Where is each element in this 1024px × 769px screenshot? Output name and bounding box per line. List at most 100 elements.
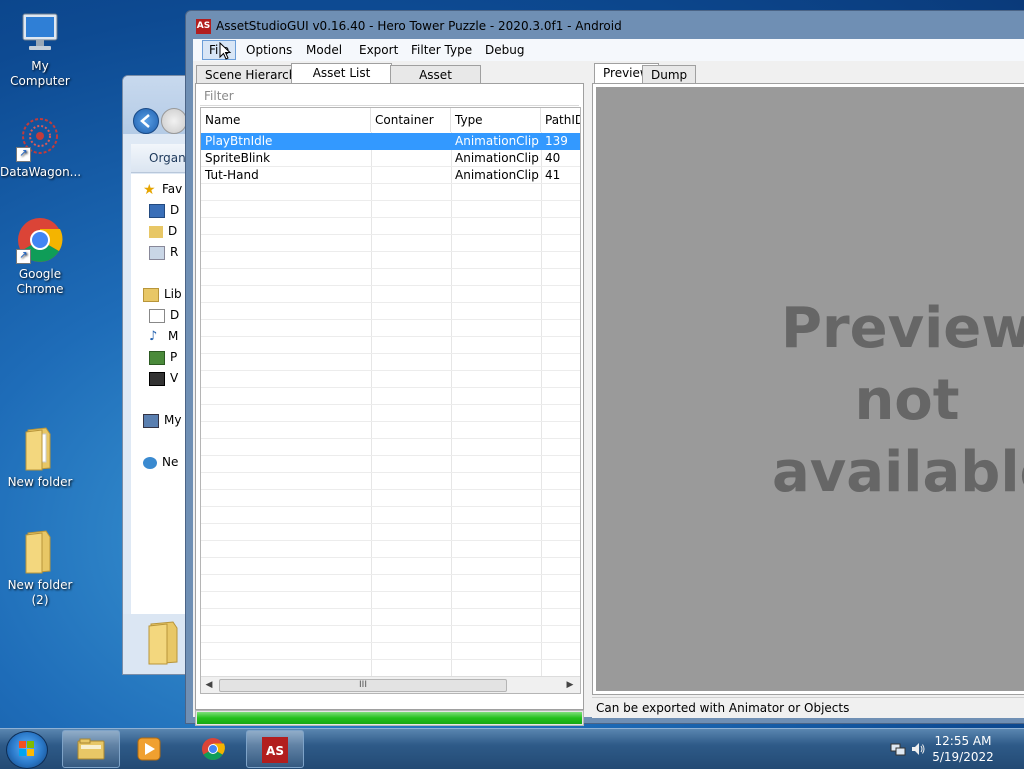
clock-date: 5/19/2022: [932, 750, 994, 764]
menu-debug[interactable]: Debug: [479, 41, 530, 59]
computer-icon: [16, 8, 64, 56]
asset-list-view[interactable]: Name Container Type PathID PlayBtnIdle A…: [200, 107, 581, 694]
folder-icon: [149, 225, 163, 238]
row-gridline: [201, 574, 580, 575]
desktop-icon-google-chrome[interactable]: ↗ Google Chrome: [0, 216, 80, 297]
desktop-icon-my-computer[interactable]: My Computer: [0, 8, 80, 89]
tab-asset-list[interactable]: Asset List: [291, 63, 392, 84]
menu-filter-type[interactable]: Filter Type: [405, 41, 478, 59]
document-icon: [149, 308, 165, 323]
cell-pathid: 139: [545, 134, 568, 148]
row-gridline: [201, 251, 580, 252]
taskbar-explorer-button[interactable]: [62, 730, 120, 768]
datawagon-icon: ↗: [16, 114, 64, 162]
table-row[interactable]: SpriteBlink AnimationClip 40: [201, 150, 580, 167]
cell-type: AnimationClip: [455, 134, 539, 148]
desktop-icon-label: Google Chrome: [16, 267, 64, 296]
row-gridline: [201, 438, 580, 439]
desktop-icon-new-folder[interactable]: New folder: [0, 424, 80, 490]
clock[interactable]: 12:55 AM 5/19/2022: [928, 733, 998, 765]
progress-fill: [197, 712, 582, 724]
taskbar-media-player-button[interactable]: [120, 730, 180, 768]
desktop-icon-label: New folder: [7, 475, 73, 489]
chrome-icon: [199, 737, 227, 761]
assetstudio-icon: AS: [261, 737, 289, 763]
row-gridline: [201, 642, 580, 643]
row-gridline: [201, 455, 580, 456]
network-item[interactable]: Ne: [143, 455, 178, 473]
row-gridline: [201, 353, 580, 354]
folder-icon: [77, 737, 105, 761]
media-player-icon: [135, 737, 163, 761]
mouse-cursor-icon: [219, 42, 232, 60]
explorer-item[interactable]: ♪ M: [149, 329, 178, 347]
libraries-item[interactable]: Lib: [143, 287, 182, 305]
status-bar: Can be exported with Animator or Objects: [592, 697, 1024, 718]
forward-button[interactable]: [161, 108, 187, 134]
favorites-item[interactable]: ★ Fav: [143, 182, 182, 200]
scrollbar-thumb[interactable]: III: [219, 679, 507, 692]
windows-logo-icon: [19, 741, 35, 757]
menu-export[interactable]: Export: [353, 41, 404, 59]
row-gridline: [201, 370, 580, 371]
explorer-item[interactable]: R: [149, 245, 178, 263]
taskbar-assetstudio-button[interactable]: AS: [246, 730, 304, 768]
computer-item[interactable]: My: [143, 413, 181, 431]
row-gridline: [201, 285, 580, 286]
explorer-item[interactable]: V: [149, 371, 178, 389]
taskbar: AS 12:55 AM 5/19/2022: [0, 728, 1024, 769]
svg-text:AS: AS: [266, 744, 284, 758]
row-gridline: [201, 319, 580, 320]
volume-icon[interactable]: [910, 741, 926, 757]
network-status-icon[interactable]: [890, 741, 906, 757]
column-header-pathid[interactable]: PathID: [541, 108, 580, 132]
column-header-type[interactable]: Type: [451, 108, 541, 132]
chrome-icon: ↗: [16, 216, 64, 264]
row-gridline: [201, 557, 580, 558]
title-bar[interactable]: AS AssetStudioGUI v0.16.40 - Hero Tower …: [186, 11, 1024, 39]
table-row[interactable]: Tut-Hand AnimationClip 41: [201, 167, 580, 184]
row-gridline: [201, 404, 580, 405]
column-header-container[interactable]: Container: [371, 108, 451, 132]
explorer-item[interactable]: D: [149, 203, 179, 221]
back-arrow-icon: [140, 114, 150, 128]
scroll-right-arrow-icon[interactable]: ▶: [564, 678, 576, 692]
explorer-item[interactable]: D: [149, 224, 177, 242]
filter-input[interactable]: Filter: [200, 87, 579, 106]
row-gridline: [201, 387, 580, 388]
shortcut-arrow-icon: ↗: [16, 249, 31, 264]
scroll-left-arrow-icon[interactable]: ◀: [203, 678, 215, 692]
videos-icon: [149, 371, 165, 386]
desktop-icon-datawagon[interactable]: ↗ DataWagon...: [0, 114, 81, 180]
start-button[interactable]: [6, 731, 48, 769]
menu-model[interactable]: Model: [300, 41, 348, 59]
desktop-icon-new-folder-2[interactable]: New folder (2): [0, 527, 80, 608]
table-row[interactable]: PlayBtnIdle AnimationClip 139: [201, 133, 580, 150]
menu-options[interactable]: Options: [240, 41, 298, 59]
row-gridline: [201, 659, 580, 660]
cell-type: AnimationClip: [455, 168, 539, 182]
cell-type: AnimationClip: [455, 151, 539, 165]
back-button[interactable]: [133, 108, 159, 134]
tab-asset-classes[interactable]: Asset Classes: [390, 65, 481, 100]
row-gridline: [201, 608, 580, 609]
app-logo-icon: AS: [196, 19, 211, 34]
desktop-icon-label: New folder (2): [7, 578, 73, 607]
window-client: File Options Model Export Filter Type De…: [193, 39, 1024, 726]
row-gridline: [201, 217, 580, 218]
row-gridline: [201, 625, 580, 626]
assetstudio-window[interactable]: AS AssetStudioGUI v0.16.40 - Hero Tower …: [185, 10, 1024, 726]
taskbar-chrome-button[interactable]: [184, 730, 242, 768]
row-gridline: [201, 523, 580, 524]
desktop-icon-label: My Computer: [10, 59, 70, 88]
preview-unavailable-message: Preview not available: [772, 296, 1024, 505]
column-header-name[interactable]: Name: [201, 108, 371, 132]
explorer-item[interactable]: D: [149, 308, 179, 326]
pictures-icon: [149, 350, 165, 365]
cell-name: PlayBtnIdle: [205, 134, 273, 148]
library-icon: [143, 287, 159, 302]
explorer-item[interactable]: P: [149, 350, 177, 368]
horizontal-scrollbar[interactable]: ◀ III ▶: [201, 676, 580, 693]
cell-pathid: 40: [545, 151, 561, 165]
tab-dump[interactable]: Dump: [642, 65, 697, 83]
